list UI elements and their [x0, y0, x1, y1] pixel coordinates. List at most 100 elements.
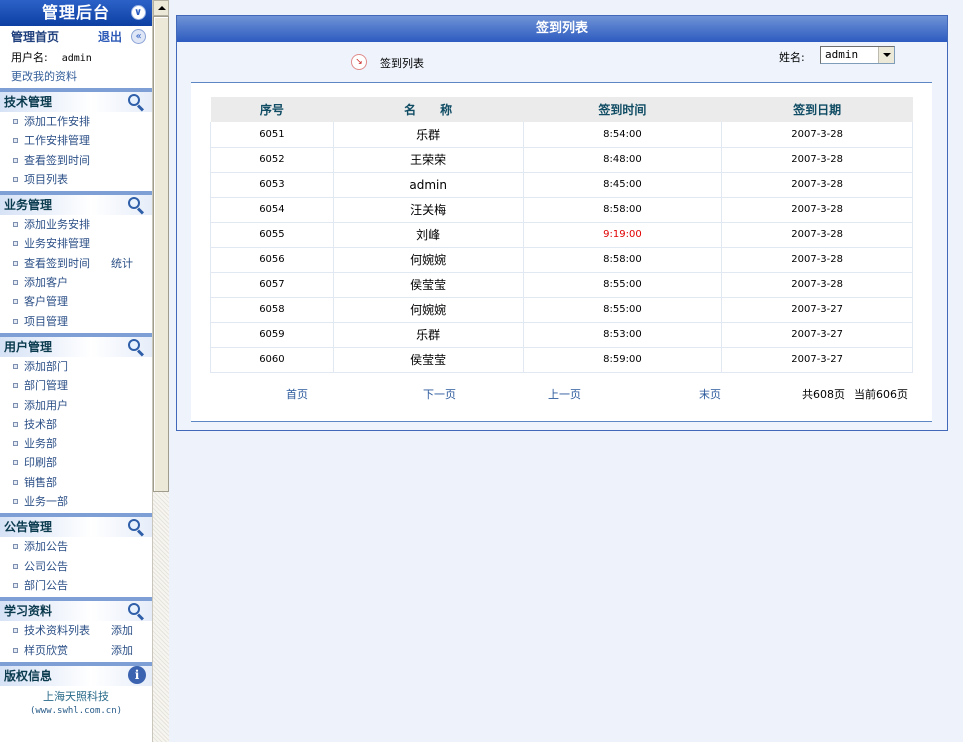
back-icon[interactable]: « [131, 29, 146, 44]
sidebar-item: 添加工作安排 [0, 112, 152, 131]
cell-time: 8:55:00 [522, 272, 722, 298]
section-header[interactable]: 公告管理 [0, 513, 152, 538]
sidebar-item-link[interactable]: 项目列表 [24, 173, 68, 186]
edit-profile-link[interactable]: 更改我的资料 [0, 67, 152, 86]
section-header[interactable]: 用户管理 [0, 332, 152, 357]
sidebar-item: 技术资料列表 添加 [0, 621, 152, 640]
section-header[interactable]: 业务管理 [0, 191, 152, 216]
bullet-icon [13, 460, 18, 466]
cell-time: 9:19:00 [522, 222, 722, 248]
bullet-icon [13, 241, 18, 247]
sidebar-item-link[interactable]: 添加用户 [24, 399, 68, 412]
sidebar-item: 业务安排管理 [0, 234, 152, 253]
sidebar-item-link[interactable]: 业务安排管理 [24, 237, 90, 250]
first-page-link[interactable]: 首页 [286, 386, 308, 402]
section-header[interactable]: 版权信息 i [0, 661, 152, 686]
sidebar-item: 添加客户 [0, 273, 152, 292]
cell-id: 6053 [210, 172, 334, 198]
user-info: 用户名: admin [0, 48, 152, 67]
breadcrumb: 签到列表 [380, 57, 424, 70]
search-icon[interactable] [126, 196, 146, 215]
chevron-down-icon[interactable] [878, 47, 894, 63]
pager: 首页 下一页 上一页 末页 共608页 当前606页 [191, 386, 932, 404]
sidebar-section: 业务管理添加业务安排 业务安排管理 查看签到时间 统计添加客户客户管理项目管理 [0, 191, 152, 331]
bullet-icon [13, 222, 18, 228]
sidebar-item-link[interactable]: 添加公告 [24, 540, 68, 553]
sidebar-item-link[interactable]: 客户管理 [24, 295, 68, 308]
header-date: 签到日期 [721, 97, 913, 122]
sidebar-item-link[interactable]: 添加客户 [24, 276, 68, 289]
section-title: 用户管理 [4, 339, 53, 354]
collapse-icon[interactable]: ∨ [131, 5, 146, 20]
sidebar-item-extra-link[interactable]: 统计 [111, 254, 133, 273]
sidebar-item-link[interactable]: 查看签到时间 [24, 257, 90, 270]
cell-time: 8:48:00 [522, 147, 722, 173]
sidebar-item: 添加公告 [0, 537, 152, 556]
sidebar-item: 添加用户 [0, 396, 152, 415]
logout-link[interactable]: 退出 [98, 26, 122, 48]
bullet-icon [13, 441, 18, 447]
sidebar-item-link[interactable]: 查看签到时间 [24, 154, 90, 167]
sidebar-item-link[interactable]: 公司公告 [24, 560, 68, 573]
sidebar-item-link[interactable]: 工作安排管理 [24, 134, 90, 147]
sidebar-item: 客户管理 [0, 292, 152, 311]
bullet-icon [13, 299, 18, 305]
bullet-icon [13, 383, 18, 389]
sidebar-item-link[interactable]: 业务部 [24, 437, 57, 450]
search-icon[interactable] [126, 338, 146, 357]
name-filter-label: 姓名: [779, 51, 805, 64]
sidebar-item-link[interactable]: 技术资料列表 [24, 624, 90, 637]
cell-date: 2007-3-28 [721, 247, 913, 273]
scroll-thumb[interactable] [153, 16, 169, 492]
info-icon[interactable]: i [128, 665, 146, 684]
section-header[interactable]: 学习资料 [0, 597, 152, 622]
sidebar-item-link[interactable]: 添加业务安排 [24, 218, 90, 231]
cell-name: 侯莹莹 [332, 272, 524, 298]
sidebar-section: 学习资料 技术资料列表 添加 样页欣赏 添加 [0, 597, 152, 660]
sidebar-item: 查看签到时间 统计 [0, 254, 152, 273]
cell-name: 侯莹莹 [332, 347, 524, 373]
sidebar-item-link[interactable]: 项目管理 [24, 315, 68, 328]
sidebar-item-link[interactable]: 印刷部 [24, 456, 57, 469]
sidebar-item-link[interactable]: 销售部 [24, 476, 57, 489]
home-link[interactable]: 管理首页 [11, 30, 59, 44]
name-filter-select[interactable]: admin [820, 46, 895, 64]
sidebar-item-extra-link[interactable]: 添加 [111, 641, 133, 660]
section-title: 版权信息 [4, 668, 53, 683]
sidebar-item: 部门公告 [0, 576, 152, 595]
sidebar-item-extra-link[interactable]: 添加 [111, 621, 133, 640]
cell-id: 6052 [210, 147, 334, 173]
scroll-up-arrow[interactable] [153, 0, 169, 16]
sidebar-item-link[interactable]: 部门公告 [24, 579, 68, 592]
sidebar-item-link[interactable]: 添加工作安排 [24, 115, 90, 128]
section-header[interactable]: 技术管理 [0, 88, 152, 112]
sidebar-item-link[interactable]: 部门管理 [24, 379, 68, 392]
table-row: 6056 何婉婉 8:58:00 2007-3-28 [210, 247, 913, 273]
sidebar-sections: 技术管理添加工作安排 工作安排管理 查看签到时间 项目列表业务管理添加业务安排 业务安排… [0, 88, 152, 686]
search-icon[interactable] [126, 518, 146, 537]
sidebar-item: 销售部 [0, 473, 152, 492]
sidebar-title: 管理后台 ∨ [0, 0, 152, 26]
prev-page-link[interactable]: 上一页 [548, 386, 581, 402]
sidebar-section: 版权信息 i [0, 661, 152, 686]
search-icon[interactable] [126, 602, 146, 621]
cell-time: 8:54:00 [522, 122, 722, 148]
table-row: 6054 汪关梅 8:58:00 2007-3-28 [210, 197, 913, 223]
cell-name: 乐群 [332, 122, 524, 148]
sidebar-scrollbar[interactable] [152, 0, 169, 742]
bullet-icon [13, 363, 18, 369]
sidebar-item-link[interactable]: 业务一部 [24, 495, 68, 508]
bullet-icon [13, 421, 18, 427]
sidebar-item-link[interactable]: 添加部门 [24, 360, 68, 373]
sidebar-item-link[interactable]: 样页欣赏 [24, 644, 68, 657]
home-row: 管理首页 退出 « [0, 26, 152, 48]
sidebar-item: 印刷部 [0, 453, 152, 472]
bullet-icon [13, 563, 18, 569]
cell-name: 刘峰 [332, 222, 524, 248]
sidebar-item-link[interactable]: 技术部 [24, 418, 57, 431]
search-icon[interactable] [126, 93, 146, 112]
table-container: 序号 名 称 签到时间 签到日期 6051 乐群 8:54:00 2007-3-28 6… [191, 82, 932, 422]
last-page-link[interactable]: 末页 [699, 386, 721, 402]
next-page-link[interactable]: 下一页 [423, 386, 456, 402]
checkin-panel: 签到列表 ↘ 签到列表 姓名: admin 序号 名 称 签到时间 签到日期 6… [176, 15, 948, 431]
